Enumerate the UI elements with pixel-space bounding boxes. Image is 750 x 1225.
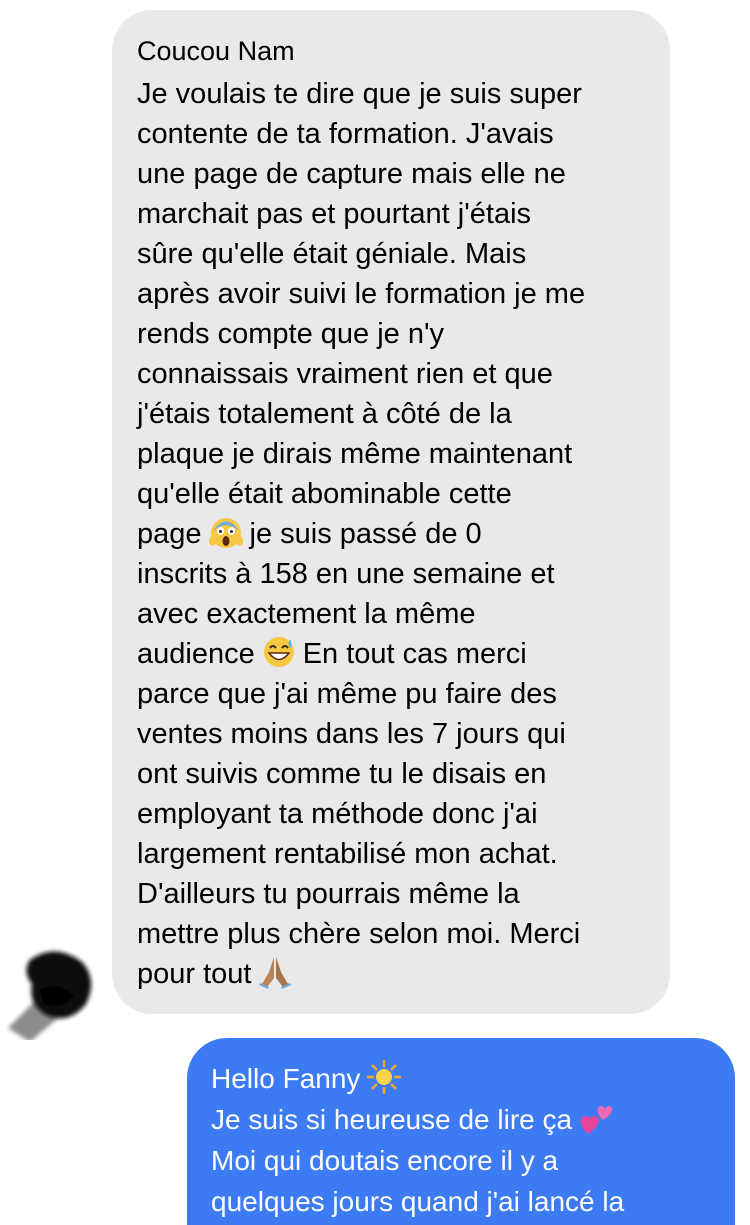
sent-line-4: quelques jours quand j'ai lancé la (211, 1186, 625, 1217)
message-text: Je voulais te dire que je suis super con… (137, 74, 650, 994)
two-hearts-icon (578, 1100, 614, 1136)
message-greeting: Coucou Nam (137, 36, 295, 66)
received-message-bubble[interactable]: Coucou Nam Je voulais te dire que je sui… (112, 10, 670, 1014)
conversation-thread: Coucou Nam Je voulais te dire que je sui… (0, 0, 750, 1225)
folded-hands-icon (257, 954, 293, 990)
sent-line-1: Hello Fanny (211, 1058, 715, 1099)
grinning-face-with-sweat-icon (261, 634, 297, 670)
sent-line-3: Moi qui doutais encore il y a (211, 1145, 559, 1176)
sent-line-2: Je suis si heureuse de lire ça (211, 1099, 715, 1140)
message-text-part-1: Je voulais te dire que je suis super con… (137, 78, 586, 550)
sent-greeting: Hello Fanny (211, 1063, 361, 1094)
face-screaming-in-fear-icon (208, 514, 244, 550)
sent-message-bubble[interactable]: Hello Fanny Je suis si heureuse de lire … (187, 1038, 735, 1225)
redacted-avatar-icon (8, 951, 92, 1042)
message-text-part-3: En tout cas merci parce que j'ai même pu… (137, 638, 581, 990)
sent-text-2: Je suis si heureuse de lire ça (211, 1104, 573, 1135)
sun-icon (366, 1059, 402, 1095)
sender-avatar[interactable] (0, 940, 100, 1042)
